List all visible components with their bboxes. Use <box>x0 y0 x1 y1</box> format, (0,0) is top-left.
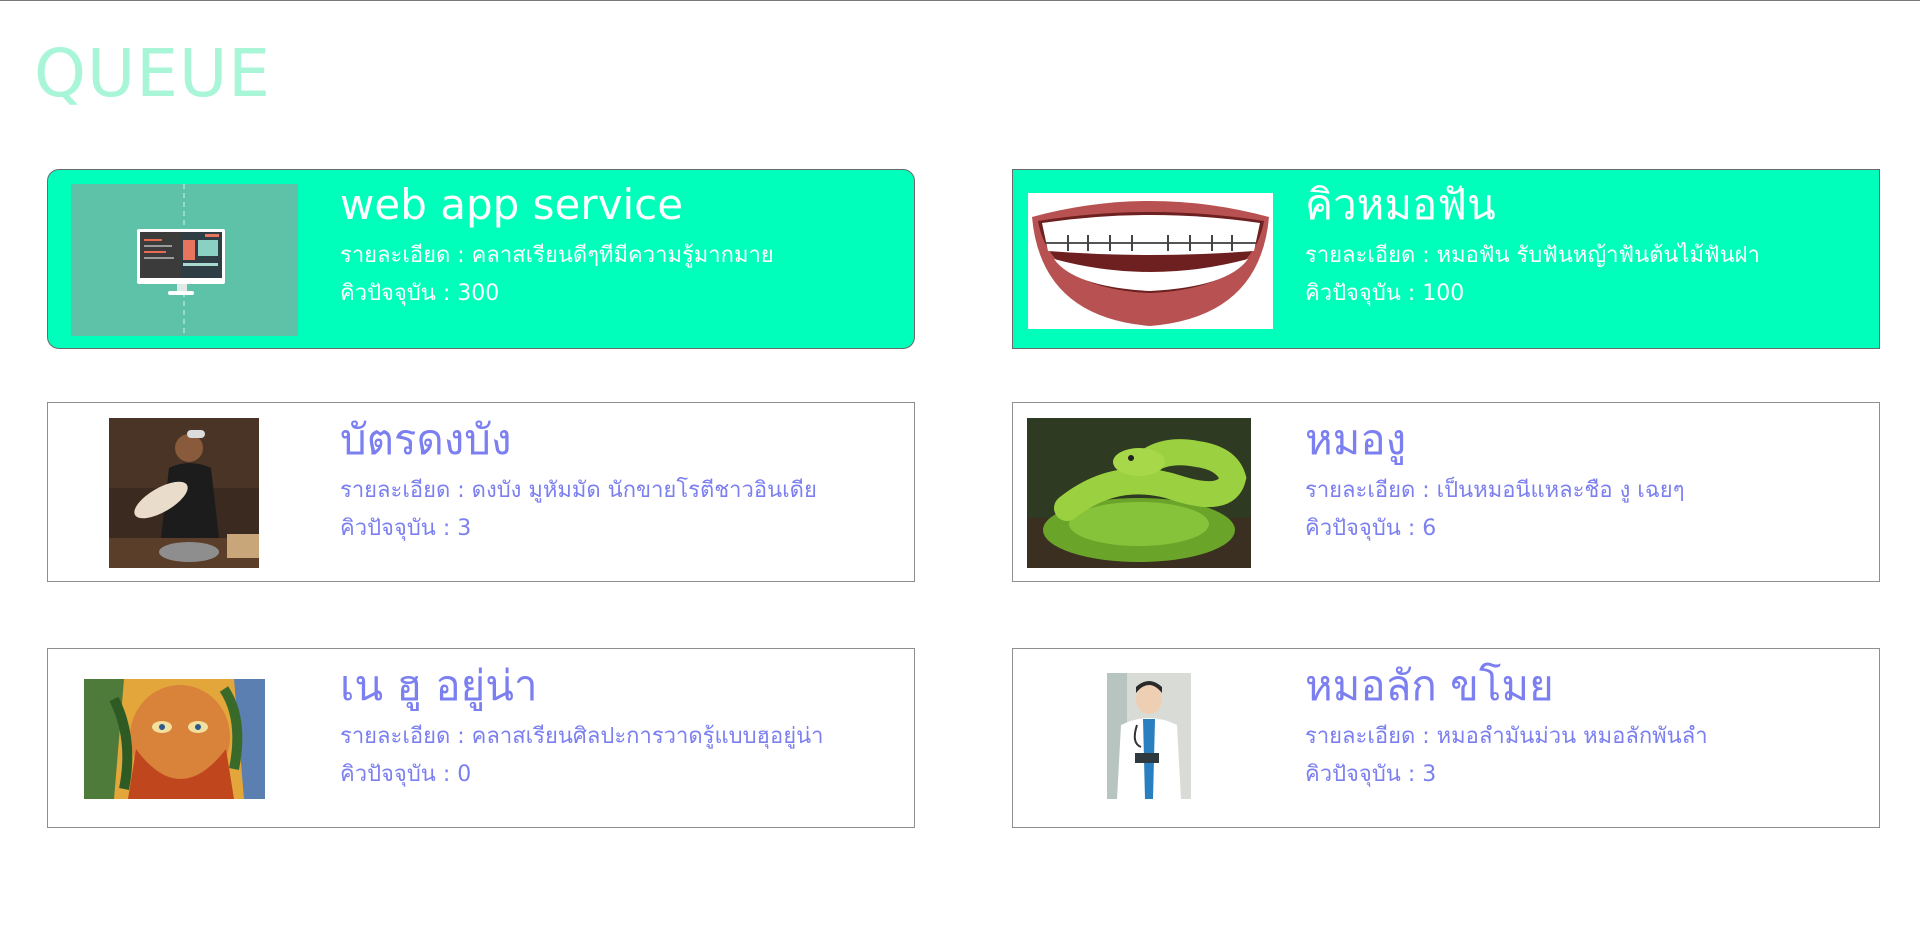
top-divider <box>0 0 1920 1</box>
current-queue: คิวปัจจุบัน : 0 <box>340 762 472 787</box>
roti-vendor-photo <box>109 418 259 568</box>
service-detail: รายละเอียด : คลาสเรียนดีๆทีมีความรู้มากม… <box>340 243 774 268</box>
service-name: เน ฮู อยู่น่า <box>340 661 538 710</box>
service-detail: รายละเอียด : หมอฟัน รับฟันหญ้าฟันต้นไม้ฟ… <box>1305 243 1760 268</box>
current-queue: คิวปัจจุบัน : 300 <box>340 281 500 306</box>
smile-braces-illustration <box>1028 193 1273 329</box>
service-name: หมอลัก ขโมย <box>1305 661 1554 710</box>
painted-portrait-artwork <box>84 679 265 799</box>
computer-monitor-illustration <box>71 184 298 336</box>
green-snake-photo <box>1027 418 1251 568</box>
service-name: หมองู <box>1305 415 1407 464</box>
current-queue: คิวปัจจุบัน : 3 <box>340 516 472 541</box>
queue-card-web-app-service[interactable]: web app service รายละเอียด : คลาสเรียนดี… <box>47 169 915 349</box>
doctor-portrait-photo <box>1107 673 1191 799</box>
service-detail: รายละเอียด : หมอลำมันม่วน หมอลักพันลำ <box>1305 724 1708 749</box>
service-name: คิวหมอฟัน <box>1305 180 1496 229</box>
service-name: บัตรดงบัง <box>340 415 512 464</box>
queue-card-snake-doctor[interactable]: หมองู รายละเอียด : เป็นหมอนีแหละชือ งู เ… <box>1012 402 1880 582</box>
current-queue: คิวปัจจุบัน : 6 <box>1305 516 1437 541</box>
service-name: web app service <box>340 180 684 229</box>
queue-card-lak-doctor[interactable]: หมอลัก ขโมย รายละเอียด : หมอลำมันม่วน หม… <box>1012 648 1880 828</box>
service-detail: รายละเอียด : ดงบัง มูหัมมัด นักขายโรตีชา… <box>340 478 817 503</box>
current-queue: คิวปัจจุบัน : 100 <box>1305 281 1465 306</box>
service-detail: รายละเอียด : เป็นหมอนีแหละชือ งู เฉยๆ <box>1305 478 1685 503</box>
queue-card-dentist[interactable]: คิวหมอฟัน รายละเอียด : หมอฟัน รับฟันหญ้า… <box>1012 169 1880 349</box>
queue-card-dongbang[interactable]: บัตรดงบัง รายละเอียด : ดงบัง มูหัมมัด นั… <box>47 402 915 582</box>
queue-card-art-class[interactable]: เน ฮู อยู่น่า รายละเอียด : คลาสเรียนศิลป… <box>47 648 915 828</box>
page-title: QUEUE <box>34 35 271 112</box>
current-queue: คิวปัจจุบัน : 3 <box>1305 762 1437 787</box>
service-detail: รายละเอียด : คลาสเรียนศิลปะการวาดรู้แบบฮ… <box>340 724 824 749</box>
